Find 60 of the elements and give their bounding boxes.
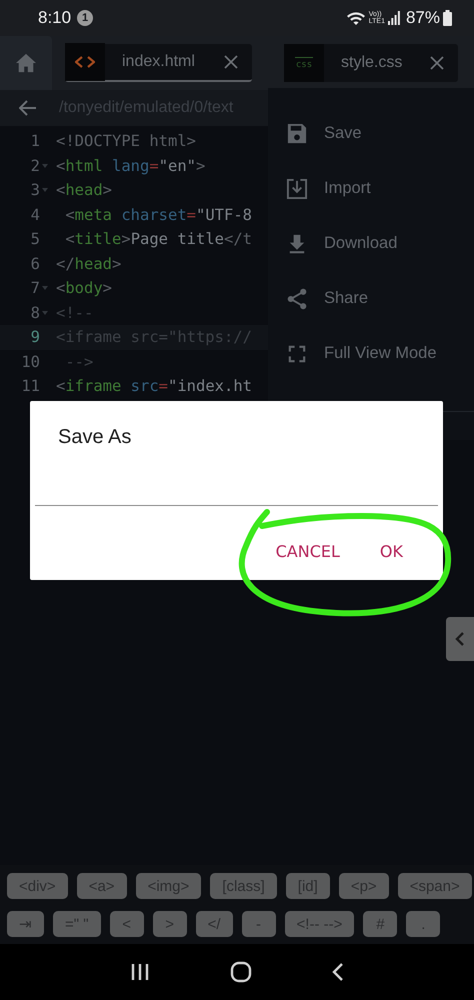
file-tab[interactable]: index.html: [65, 44, 252, 82]
shortcut-key[interactable]: .: [406, 911, 440, 937]
line-number: 11: [21, 377, 40, 396]
battery-percent: 87%: [406, 8, 440, 28]
battery-icon: [443, 10, 452, 26]
code-line: <title>Page title</t: [64, 230, 252, 248]
shortcut-key[interactable]: </: [196, 911, 233, 937]
shortcut-key[interactable]: >: [152, 911, 187, 937]
code-line: <meta charset="UTF-8: [64, 206, 252, 224]
line-number: 3: [30, 181, 40, 200]
dialog-button[interactable]: OK: [380, 538, 403, 565]
code-line: </head>: [56, 254, 122, 273]
shortcut-key[interactable]: -: [242, 911, 276, 937]
notification-count: 1: [77, 10, 94, 26]
shortcut-key[interactable]: <: [110, 911, 144, 937]
line-number: 5: [30, 230, 40, 248]
signal-icon: [388, 11, 400, 25]
line-number: 1: [30, 132, 40, 150]
chevron-left-icon: [455, 631, 465, 647]
line-number: 7: [30, 279, 40, 298]
close-icon[interactable]: [223, 54, 239, 70]
line-number: 6: [30, 254, 40, 273]
code-icon: [75, 56, 95, 68]
dialog-title: Save As: [57, 425, 132, 449]
code-line: <html lang="en">: [56, 156, 206, 175]
back-arrow-icon[interactable]: [19, 100, 37, 116]
shortcut-key[interactable]: =" ": [53, 911, 101, 937]
dialog-button[interactable]: CANCEL: [276, 538, 340, 565]
shortcut-key[interactable]: ⇥: [7, 911, 44, 937]
line-number: 4: [30, 206, 40, 224]
line-number: 8: [30, 304, 40, 322]
recent-apps-icon[interactable]: [130, 963, 150, 981]
menu-item[interactable]: Share: [268, 271, 474, 326]
wifi-icon: [346, 10, 366, 26]
import-icon: [286, 178, 308, 200]
menu-item[interactable]: Full View Mode: [268, 326, 474, 381]
shortcut-key[interactable]: #: [363, 911, 398, 937]
share-icon: [286, 288, 308, 310]
code-line: <body>: [56, 279, 112, 298]
code-line: <iframe src="index.ht: [56, 377, 252, 396]
code-line: <!--: [56, 304, 94, 322]
menu-item[interactable]: Import: [268, 161, 474, 216]
menu-item[interactable]: Save: [268, 106, 474, 161]
clock-time: 8:10: [38, 8, 72, 28]
home-icon: [15, 53, 37, 73]
side-panel-handle[interactable]: [446, 617, 474, 661]
line-number: 2: [30, 156, 40, 175]
code-line: <head>: [56, 181, 112, 200]
code-line: -->: [64, 352, 94, 371]
home-icon[interactable]: [230, 961, 252, 983]
shortcut-key[interactable]: <!-- -->: [284, 911, 354, 937]
css-badge: css: [294, 56, 314, 70]
back-icon[interactable]: [332, 962, 344, 982]
code-line: <!DOCTYPE html>: [56, 132, 196, 150]
file-tab[interactable]: css style.css: [284, 44, 458, 82]
line-number: 10: [21, 352, 40, 371]
line-number: 9: [30, 328, 40, 346]
close-icon[interactable]: [429, 55, 445, 71]
home-button[interactable]: [0, 36, 52, 90]
menu-item[interactable]: Download: [268, 216, 474, 271]
